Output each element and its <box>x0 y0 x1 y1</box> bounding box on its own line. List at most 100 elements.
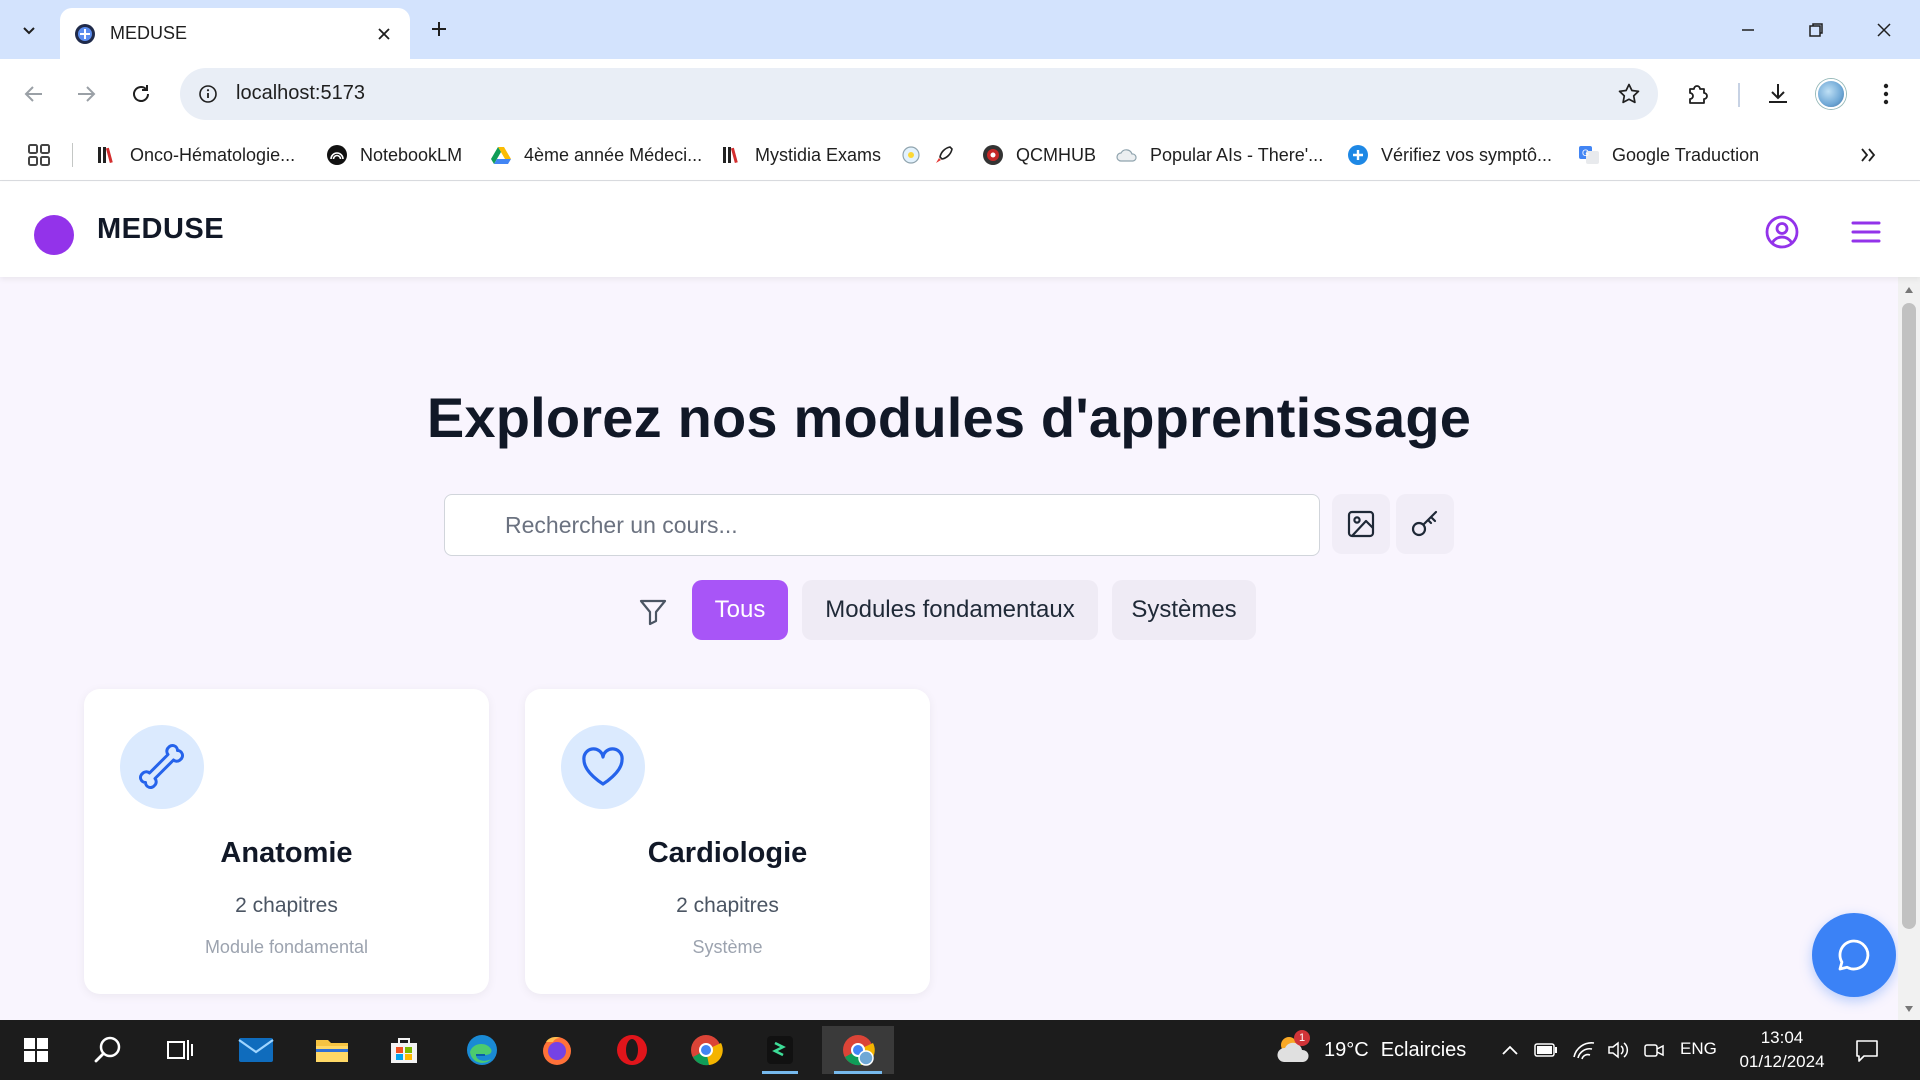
close-icon <box>1877 23 1891 37</box>
back-button[interactable] <box>14 74 54 114</box>
edge-icon <box>467 1035 497 1065</box>
tab-close-button[interactable] <box>372 22 396 46</box>
bookmark-drive[interactable]: 4ème année Médeci... <box>490 139 702 171</box>
image-icon <box>1347 510 1375 538</box>
main-content: Explorez nos modules d'apprentissage Tou… <box>0 277 1898 1020</box>
bookmark-symptomes[interactable]: Vérifiez vos symptô... <box>1347 139 1552 171</box>
site-info-button[interactable] <box>194 80 222 108</box>
rocket-icon <box>936 146 953 163</box>
reload-button[interactable] <box>121 74 161 114</box>
weather-widget[interactable]: 1 19°C Eclaircies <box>1274 1030 1466 1070</box>
speaker-icon <box>1608 1041 1629 1059</box>
module-card-anatomie[interactable]: Anatomie 2 chapitres Module fondamental <box>84 689 489 994</box>
clock[interactable]: 13:04 01/12/2024 <box>1736 1026 1828 1074</box>
bookmark-rocket[interactable] <box>932 139 966 171</box>
notebooklm-icon <box>327 145 347 165</box>
chat-button[interactable] <box>1812 913 1896 997</box>
triangle-up-icon <box>1905 287 1913 293</box>
api-key-button[interactable] <box>1396 494 1454 554</box>
reload-icon <box>133 85 149 102</box>
tray-overflow-button[interactable] <box>1496 1034 1524 1066</box>
battery-indicator[interactable] <box>1532 1034 1560 1066</box>
task-view-icon <box>167 1040 193 1060</box>
brand-name[interactable]: MEDUSE <box>97 213 224 246</box>
filter-chip-modules-fondamentaux[interactable]: Modules fondamentaux <box>802 580 1098 640</box>
url-text[interactable]: localhost:5173 <box>236 82 365 105</box>
chrome-icon <box>691 1035 723 1066</box>
notification-icon <box>1856 1040 1878 1062</box>
filter-chip-tous[interactable]: Tous <box>692 580 788 640</box>
module-card-cardiologie[interactable]: Cardiologie 2 chapitres Système <box>525 689 930 994</box>
library-icon <box>723 147 738 164</box>
bookmark-globe[interactable] <box>900 139 934 171</box>
browser-tab[interactable]: MEDUSE <box>60 8 410 59</box>
hamburger-menu-button[interactable] <box>1846 212 1886 252</box>
qcmhub-icon <box>983 145 1003 165</box>
weather-icon: 1 <box>1274 1030 1314 1070</box>
taskbar-mail[interactable] <box>226 1026 286 1074</box>
minimize-button[interactable] <box>1728 10 1768 50</box>
heart-icon <box>582 747 624 786</box>
wifi-indicator[interactable] <box>1570 1034 1598 1066</box>
card-type: Système <box>692 937 763 957</box>
scroll-thumb[interactable] <box>1902 303 1916 929</box>
address-bar[interactable]: localhost:5173 <box>180 68 1658 120</box>
filter-chip-systemes[interactable]: Systèmes <box>1112 580 1256 640</box>
close-window-button[interactable] <box>1864 10 1904 50</box>
apps-grid-icon[interactable] <box>26 142 52 168</box>
start-button[interactable] <box>6 1026 66 1074</box>
bookmark-qcmhub[interactable]: QCMHUB <box>982 139 1096 171</box>
bookmark-popular-ais[interactable]: Popular AIs - There'... <box>1116 139 1323 171</box>
bookmark-notebooklm[interactable]: NotebookLM <box>326 139 462 171</box>
library-icon <box>98 147 113 164</box>
bookmark-google-traduction[interactable]: G Google Traduction <box>1578 139 1759 171</box>
forward-button[interactable] <box>66 74 106 114</box>
bone-icon <box>139 744 184 789</box>
star-icon <box>1618 83 1640 104</box>
card-type: Module fondamental <box>204 937 369 957</box>
bookmark-mystidia[interactable]: Mystidia Exams <box>721 139 881 171</box>
taskbar-app-s[interactable] <box>750 1026 810 1074</box>
plus-icon <box>432 22 446 36</box>
task-view-button[interactable] <box>150 1026 210 1074</box>
taskbar-firefox[interactable] <box>527 1026 587 1074</box>
taskbar-store[interactable] <box>374 1026 434 1074</box>
scroll-down-button[interactable] <box>1898 1002 1920 1016</box>
user-profile-button[interactable] <box>1762 212 1802 252</box>
weather-badge: 1 <box>1294 1030 1310 1046</box>
bookmark-star-button[interactable] <box>1614 79 1644 109</box>
card-icon-wrap <box>120 725 204 809</box>
notifications-button[interactable] <box>1852 1036 1882 1066</box>
taskbar-file-explorer[interactable] <box>302 1026 362 1074</box>
plus-circle-icon <box>1348 145 1368 165</box>
tab-search-button[interactable] <box>10 12 48 48</box>
card-icon-wrap <box>561 725 645 809</box>
logo-icon[interactable] <box>34 215 74 255</box>
bookmark-onco[interactable]: Onco-Hématologie... <box>96 139 295 171</box>
browser-menu-button[interactable] <box>1866 74 1906 114</box>
folder-icon <box>316 1040 348 1062</box>
extensions-button[interactable] <box>1678 74 1718 114</box>
puzzle-icon <box>1689 85 1708 104</box>
clock-date: 01/12/2024 <box>1739 1052 1825 1071</box>
page-scrollbar[interactable] <box>1898 277 1920 1020</box>
triangle-down-icon <box>1905 1006 1913 1012</box>
volume-indicator[interactable] <box>1604 1034 1632 1066</box>
new-tab-button[interactable] <box>424 14 454 44</box>
taskbar-edge[interactable] <box>452 1026 512 1074</box>
image-search-button[interactable] <box>1332 494 1390 554</box>
downloads-button[interactable] <box>1758 74 1798 114</box>
taskbar-search-button[interactable] <box>78 1026 138 1074</box>
search-input[interactable] <box>445 495 1319 555</box>
more-bookmarks-button[interactable] <box>1852 139 1884 171</box>
taskbar-chrome[interactable] <box>676 1026 736 1074</box>
double-chevron-right-icon <box>1861 148 1876 162</box>
restore-button[interactable] <box>1796 10 1836 50</box>
taskbar-chrome-active[interactable] <box>822 1026 894 1074</box>
camera-indicator[interactable] <box>1640 1034 1668 1066</box>
language-indicator[interactable]: ENG <box>1680 1039 1717 1059</box>
weather-temp: 19°C <box>1324 1038 1369 1061</box>
profile-avatar[interactable] <box>1816 79 1846 109</box>
taskbar-opera[interactable] <box>602 1026 662 1074</box>
scroll-up-button[interactable] <box>1898 283 1920 297</box>
